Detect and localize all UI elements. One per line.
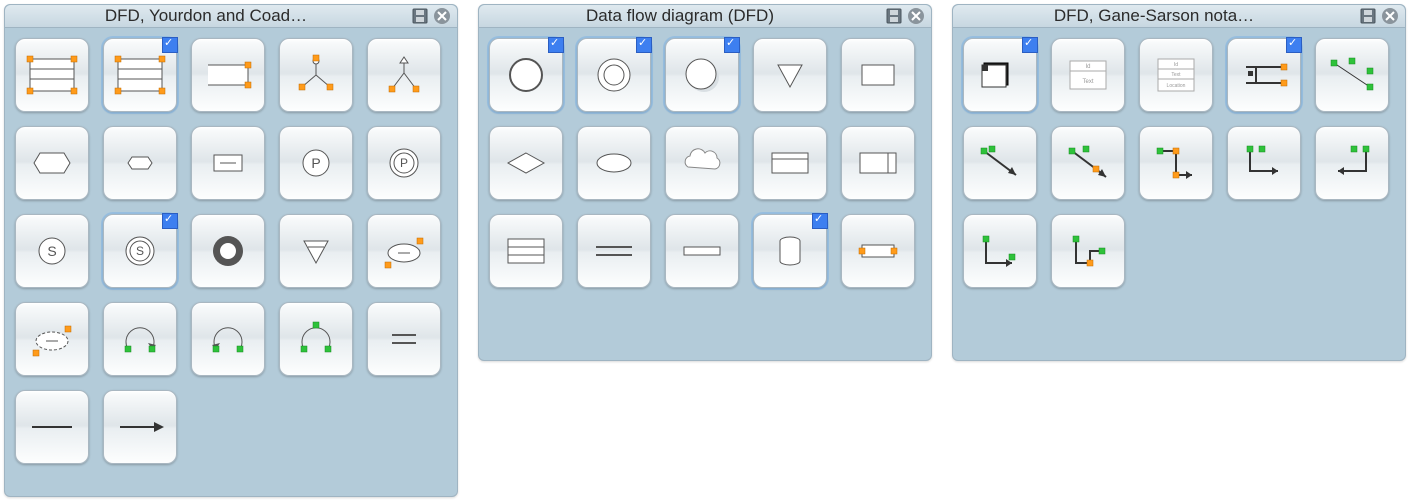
shape-circle-P-dbl[interactable] [367, 126, 441, 200]
shape-conn-step-down[interactable] [1139, 126, 1213, 200]
shape-circle-S-dbl[interactable] [103, 214, 177, 288]
shape-cloud[interactable] [665, 126, 739, 200]
close-icon[interactable] [907, 7, 925, 25]
panel-titlebar[interactable]: DFD, Yourdon and Coad… [5, 5, 457, 28]
shape-circle-S[interactable] [15, 214, 89, 288]
shape-equals[interactable] [367, 302, 441, 376]
stencil-panel: DFD, Yourdon and Coad… [4, 4, 458, 497]
shape-arc-cw[interactable] [103, 302, 177, 376]
shape-conn-step-right[interactable] [1227, 126, 1301, 200]
shape-arc-ccw[interactable] [191, 302, 265, 376]
shape-ellipse[interactable] [577, 126, 651, 200]
shape-process-3d[interactable] [963, 38, 1037, 112]
close-icon[interactable] [1381, 7, 1399, 25]
shape-grid [953, 28, 1405, 298]
panel-titlebar[interactable]: Data flow diagram (DFD) [479, 5, 931, 28]
shape-tree-split[interactable] [279, 38, 353, 112]
shape-hexagon-wide[interactable] [15, 126, 89, 200]
shape-conn-u2[interactable] [1051, 214, 1125, 288]
shape-data-store-3bar-sel[interactable] [103, 38, 177, 112]
shape-data-store-open[interactable] [191, 38, 265, 112]
shape-conn-step-left[interactable] [1315, 126, 1389, 200]
shape-ellipse-handles[interactable] [367, 214, 441, 288]
close-icon[interactable] [433, 7, 451, 25]
shape-circle-shadow[interactable] [665, 38, 739, 112]
shape-grid [479, 28, 931, 298]
shape-bars-2[interactable] [577, 214, 651, 288]
save-icon[interactable] [885, 7, 903, 25]
shape-bars-1[interactable] [665, 214, 739, 288]
shape-tree-merge[interactable] [367, 38, 441, 112]
shape-bars-3[interactable] [489, 214, 563, 288]
shape-card-right[interactable] [841, 126, 915, 200]
save-icon[interactable] [1359, 7, 1377, 25]
shape-conn-diag2[interactable] [1051, 126, 1125, 200]
shape-table-2row[interactable] [1051, 38, 1125, 112]
shape-rectangle[interactable] [841, 38, 915, 112]
shape-circle-P[interactable] [279, 126, 353, 200]
shape-conn-diag1[interactable] [963, 126, 1037, 200]
shape-arc-handles[interactable] [279, 302, 353, 376]
shape-table-3row[interactable] [1139, 38, 1213, 112]
shape-line-arrow[interactable] [103, 390, 177, 464]
shape-diamond[interactable] [489, 126, 563, 200]
panel-titlebar[interactable]: DFD, Gane-Sarson nota… [953, 5, 1405, 28]
shape-circle-double[interactable] [577, 38, 651, 112]
shape-ring-bold[interactable] [191, 214, 265, 288]
panel-title: DFD, Yourdon and Coad… [5, 6, 407, 26]
shape-cylinder[interactable] [753, 214, 827, 288]
shape-ellipse-dash[interactable] [15, 302, 89, 376]
stencil-panel: DFD, Gane-Sarson nota… [952, 4, 1406, 361]
save-icon[interactable] [411, 7, 429, 25]
shape-grid [5, 28, 457, 474]
shape-hexagon-small[interactable] [103, 126, 177, 200]
shape-triangle-outline[interactable] [753, 38, 827, 112]
shape-rect-handles[interactable] [841, 214, 915, 288]
shape-circle-solid[interactable] [489, 38, 563, 112]
panel-title: DFD, Gane-Sarson nota… [953, 6, 1355, 26]
shape-triangle-down[interactable] [279, 214, 353, 288]
shape-rect-dash[interactable] [191, 126, 265, 200]
shape-datastore-open[interactable] [1227, 38, 1301, 112]
shape-conn-u1[interactable] [963, 214, 1037, 288]
shape-line-plain[interactable] [15, 390, 89, 464]
shape-connector-angle[interactable] [1315, 38, 1389, 112]
panel-title: Data flow diagram (DFD) [479, 6, 881, 26]
shape-card-top[interactable] [753, 126, 827, 200]
shape-data-store-3bar[interactable] [15, 38, 89, 112]
stencil-panel: Data flow diagram (DFD) [478, 4, 932, 361]
